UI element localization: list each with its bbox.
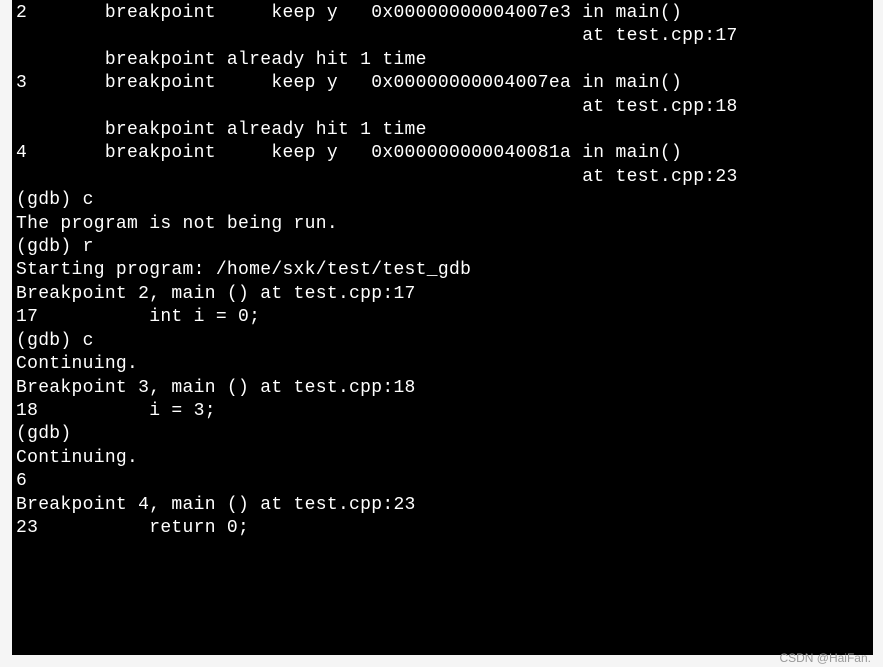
- terminal-line: breakpoint already hit 1 time: [16, 49, 869, 72]
- terminal-line: Breakpoint 2, main () at test.cpp:17: [16, 283, 869, 306]
- terminal-line: at test.cpp:18: [16, 96, 869, 119]
- terminal-line: The program is not being run.: [16, 213, 869, 236]
- terminal-line: (gdb) c: [16, 189, 869, 212]
- terminal-line: breakpoint already hit 1 time: [16, 119, 869, 142]
- terminal-line: 3 breakpoint keep y 0x00000000004007ea i…: [16, 72, 869, 95]
- terminal-line: 4 breakpoint keep y 0x000000000040081a i…: [16, 142, 869, 165]
- terminal-line: (gdb): [16, 423, 869, 446]
- terminal-line: 6: [16, 470, 869, 493]
- terminal-line: Breakpoint 4, main () at test.cpp:23: [16, 494, 869, 517]
- terminal-line: Starting program: /home/sxk/test/test_gd…: [16, 259, 869, 282]
- terminal-line: Continuing.: [16, 353, 869, 376]
- watermark-text: CSDN @HaiFan.: [779, 651, 871, 665]
- terminal-line: (gdb) r: [16, 236, 869, 259]
- terminal-line: at test.cpp:17: [16, 25, 869, 48]
- terminal-line: 17 int i = 0;: [16, 306, 869, 329]
- terminal-line: 2 breakpoint keep y 0x00000000004007e3 i…: [16, 2, 869, 25]
- terminal-line: 18 i = 3;: [16, 400, 869, 423]
- terminal-line: 23 return 0;: [16, 517, 869, 540]
- terminal-line: Breakpoint 3, main () at test.cpp:18: [16, 377, 869, 400]
- terminal-line: Continuing.: [16, 447, 869, 470]
- terminal-line: (gdb) c: [16, 330, 869, 353]
- terminal-window[interactable]: 2 breakpoint keep y 0x00000000004007e3 i…: [12, 0, 873, 655]
- terminal-line: at test.cpp:23: [16, 166, 869, 189]
